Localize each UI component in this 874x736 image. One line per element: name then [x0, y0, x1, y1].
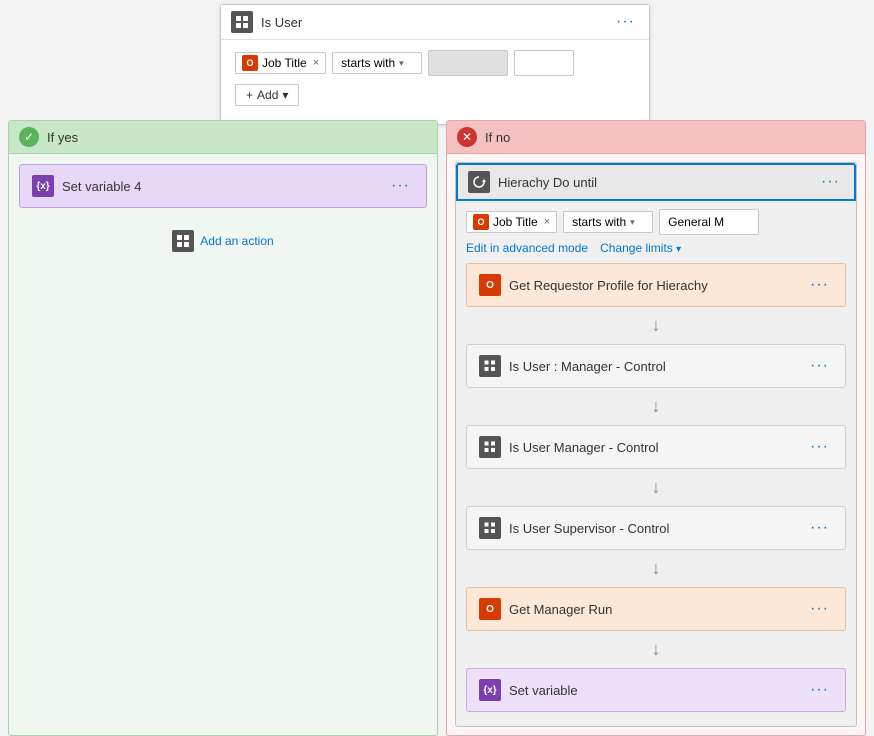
action-is-user-supervisor-label: Is User Supervisor - Control [479, 517, 669, 539]
add-action-link[interactable]: Add an action [9, 218, 437, 264]
action-set-variable-title: Set variable [509, 683, 578, 698]
add-arrow-icon: ▾ [282, 88, 288, 102]
action-get-manager-card: O Get Manager Run ··· [466, 587, 846, 631]
change-limits-chevron-icon: ▾ [676, 244, 681, 255]
yes-check-icon: ✓ [19, 127, 39, 147]
set-variable-4-label: {x} Set variable 4 [32, 175, 142, 197]
arrow-connector-3: ↓ [466, 475, 846, 500]
filter-row: O Job Title × starts with ▾ [235, 50, 635, 76]
action-is-user-supervisor-menu-button[interactable]: ··· [806, 519, 833, 537]
arrow-connector-5: ↓ [466, 637, 846, 662]
action-is-user-manager-label: Is User : Manager - Control [479, 355, 666, 377]
set-variable-4-card: {x} Set variable 4 ··· [19, 164, 427, 208]
o365-tag-icon: O [242, 55, 258, 71]
do-until-links: Edit in advanced mode Change limits ▾ [466, 241, 846, 255]
action-is-user-2-condition-icon [479, 436, 501, 458]
action-get-requestor-menu-button[interactable]: ··· [806, 276, 833, 294]
do-until-title-input[interactable] [498, 175, 809, 190]
panel-yes: ✓ If yes {x} Set variable 4 ··· [8, 120, 438, 736]
add-condition-button[interactable]: + Add ▾ [235, 84, 299, 106]
do-until-menu-button[interactable]: ··· [817, 173, 844, 191]
arrow-connector-4: ↓ [466, 556, 846, 581]
add-action-icon [172, 230, 194, 252]
panel-yes-header: ✓ If yes [9, 121, 437, 154]
do-until-value-input[interactable] [659, 209, 759, 235]
do-until-body: O Job Title × starts with ▾ Edit in adva… [456, 201, 856, 726]
action-is-user-manager-card: Is User : Manager - Control ··· [466, 344, 846, 388]
action-is-user-supervisor-card: Is User Supervisor - Control ··· [466, 506, 846, 550]
action-is-user-supervisor-condition-icon [479, 517, 501, 539]
loop-icon [468, 171, 490, 193]
action-get-requestor-title: Get Requestor Profile for Hierachy [509, 278, 708, 293]
panel-no-label: If no [485, 130, 510, 145]
action-get-manager-label: O Get Manager Run [479, 598, 612, 620]
panel-no-header: ✕ If no [447, 121, 865, 154]
action-get-requestor-o365-icon: O [479, 274, 501, 296]
do-until-container: ··· O Job Title × starts with ▾ [455, 162, 857, 727]
action-is-user-supervisor-title: Is User Supervisor - Control [509, 521, 669, 536]
job-title-tag[interactable]: O Job Title × [235, 52, 326, 74]
operator-label: starts with [341, 56, 395, 70]
do-until-header: ··· [456, 163, 856, 201]
condition-card-title: Is User [261, 15, 604, 30]
condition-icon [231, 11, 253, 33]
operator-arrow-icon: ▾ [399, 58, 404, 69]
action-is-user-manager-menu-button[interactable]: ··· [806, 357, 833, 375]
action-get-requestor-label: O Get Requestor Profile for Hierachy [479, 274, 708, 296]
set-variable-4-title: Set variable 4 [62, 179, 142, 194]
condition-card-menu-button[interactable]: ··· [612, 13, 639, 31]
action-is-user-manager-2-label: Is User Manager - Control [479, 436, 659, 458]
panel-yes-label: If yes [47, 130, 78, 145]
operator-dropdown[interactable]: starts with ▾ [332, 52, 422, 74]
split-panels: ✓ If yes {x} Set variable 4 ··· [0, 120, 874, 736]
do-until-tag-close[interactable]: × [544, 216, 550, 228]
action-get-manager-o365-icon: O [479, 598, 501, 620]
do-until-filter-row: O Job Title × starts with ▾ [466, 209, 846, 235]
action-is-user-manager-title: Is User : Manager - Control [509, 359, 666, 374]
add-action-text: Add an action [200, 234, 273, 248]
top-condition-card: Is User ··· O Job Title × starts with ▾ [220, 4, 650, 125]
job-title-tag-close[interactable]: × [313, 57, 319, 69]
condition-card-body: O Job Title × starts with ▾ + Add ▾ [221, 40, 649, 124]
do-until-job-title-tag[interactable]: O Job Title × [466, 211, 557, 233]
change-limits-link[interactable]: Change limits ▾ [600, 241, 681, 255]
job-title-tag-label: Job Title [262, 56, 307, 70]
action-set-variable-menu-button[interactable]: ··· [806, 681, 833, 699]
panel-no: ✕ If no ··· [446, 120, 866, 736]
do-until-operator-dropdown[interactable]: starts with ▾ [563, 211, 653, 233]
arrow-down-icon-3: ↓ [652, 477, 661, 498]
action-get-requestor-card: O Get Requestor Profile for Hierachy ··· [466, 263, 846, 307]
arrow-down-icon-4: ↓ [652, 558, 661, 579]
action-is-user-condition-icon [479, 355, 501, 377]
edit-advanced-mode-link[interactable]: Edit in advanced mode [466, 241, 588, 255]
condition-card-header: Is User ··· [221, 5, 649, 40]
add-row: + Add ▾ [235, 84, 635, 106]
do-until-operator-arrow-icon: ▾ [630, 217, 635, 228]
action-get-manager-menu-button[interactable]: ··· [806, 600, 833, 618]
filter-value-input-blurred[interactable] [428, 50, 508, 76]
action-set-variable-card: {x} Set variable ··· [466, 668, 846, 712]
action-set-variable-label: {x} Set variable [479, 679, 578, 701]
action-set-variable-icon: {x} [479, 679, 501, 701]
arrow-connector-2: ↓ [466, 394, 846, 419]
action-get-manager-title: Get Manager Run [509, 602, 612, 617]
action-is-user-manager-2-menu-button[interactable]: ··· [806, 438, 833, 456]
do-until-operator-label: starts with [572, 215, 626, 229]
action-is-user-manager-2-title: Is User Manager - Control [509, 440, 659, 455]
arrow-down-icon-5: ↓ [652, 639, 661, 660]
arrow-down-icon-1: ↓ [652, 315, 661, 336]
add-label: Add [257, 88, 278, 102]
arrow-down-icon-2: ↓ [652, 396, 661, 417]
do-until-o365-icon: O [473, 214, 489, 230]
do-until-tag-label: Job Title [493, 215, 538, 229]
no-cross-icon: ✕ [457, 127, 477, 147]
change-limits-label: Change limits [600, 241, 673, 255]
filter-value-input[interactable] [514, 50, 574, 76]
variable-icon: {x} [32, 175, 54, 197]
action-is-user-manager-2-card: Is User Manager - Control ··· [466, 425, 846, 469]
arrow-connector-1: ↓ [466, 313, 846, 338]
add-icon: + [246, 88, 253, 102]
set-variable-4-menu-button[interactable]: ··· [387, 177, 414, 195]
